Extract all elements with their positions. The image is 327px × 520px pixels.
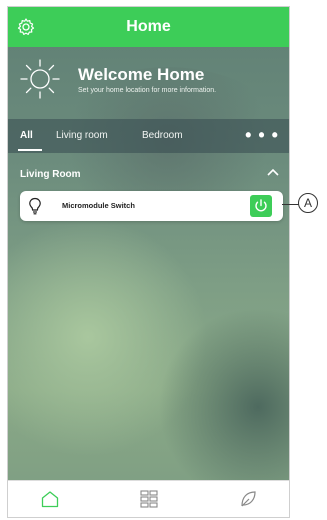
room-tabs: All Living room Bedroom • • • [8, 119, 289, 153]
tab-living-room[interactable]: Living room [56, 130, 108, 141]
sun-icon [20, 59, 60, 99]
callout-leader-line [282, 204, 299, 205]
callout-marker: A [298, 193, 318, 213]
phone-screen: Home Welcome Home Set your home location… [7, 6, 290, 518]
device-name: Micromodule Switch [62, 201, 135, 210]
callout-label: A [303, 196, 312, 210]
device-card[interactable]: Micromodule Switch [20, 191, 283, 221]
chevron-up-icon[interactable] [266, 167, 280, 177]
leaf-icon[interactable] [238, 489, 258, 509]
welcome-banner[interactable]: Welcome Home Set your home location for … [8, 47, 289, 119]
tab-all[interactable]: All [20, 130, 33, 141]
tab-bedroom[interactable]: Bedroom [142, 130, 183, 141]
page-title: Home [126, 18, 171, 35]
home-icon[interactable] [40, 489, 60, 509]
more-options-button[interactable]: • • • [245, 125, 279, 146]
lightbulb-icon [29, 197, 41, 215]
gear-icon[interactable] [16, 17, 36, 37]
welcome-title: Welcome Home [78, 65, 205, 84]
bottom-nav [8, 480, 289, 517]
power-button[interactable] [250, 195, 272, 217]
section-title: Living Room [20, 169, 81, 180]
power-icon [255, 199, 267, 212]
welcome-subtitle: Set your home location for more informat… [78, 87, 217, 94]
active-tab-indicator [18, 149, 42, 151]
dashboard-icon[interactable] [139, 489, 159, 509]
app-header: Home [8, 7, 289, 47]
